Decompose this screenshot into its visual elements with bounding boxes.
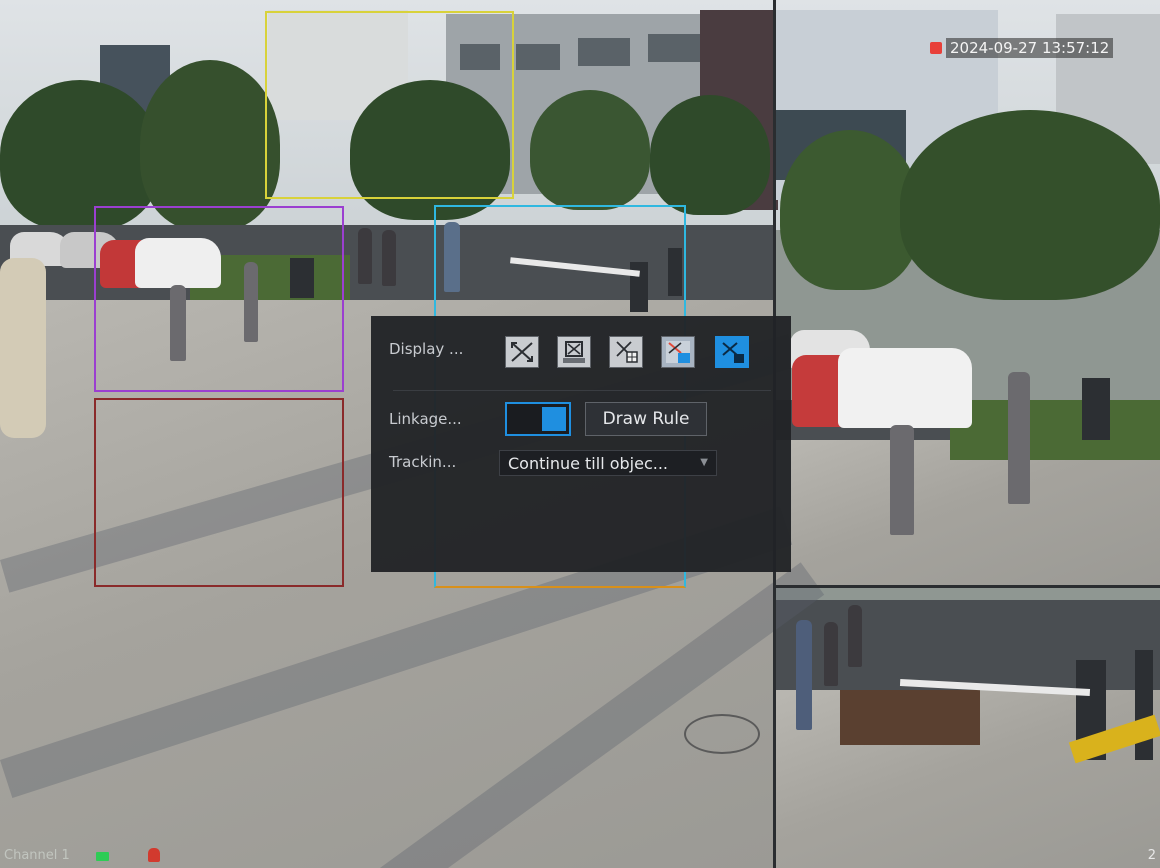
channel-divider (773, 585, 1160, 588)
toggle-knob (542, 407, 566, 431)
display-mode-5-icon (720, 341, 744, 363)
pedestrian (1008, 372, 1030, 504)
pedestrian (890, 425, 914, 535)
display-mode-3-button[interactable] (609, 336, 643, 368)
bus (0, 258, 46, 438)
tracking-mode-value: Continue till objec... (508, 453, 669, 473)
manhole-cover (684, 714, 760, 754)
display-mode-4-button[interactable] (661, 336, 695, 368)
pedestrian (358, 228, 372, 284)
rule-box-red[interactable] (94, 398, 344, 587)
camera-name: Channel 1 (4, 848, 70, 863)
timestamp-overlay: 2024-09-27 13:57:12 (930, 36, 1114, 60)
panel-divider (393, 390, 771, 391)
linkage-toggle[interactable] (505, 402, 571, 436)
display-label: Display ... (389, 340, 464, 358)
channel-number: 2 (1147, 848, 1156, 863)
tracking-label: Trackin... (389, 453, 457, 471)
pedestrian (848, 605, 862, 667)
display-mode-1-button[interactable] (505, 336, 539, 368)
display-mode-3-icon (616, 341, 638, 363)
linkage-label: Linkage... (389, 410, 462, 428)
record-indicator-icon (930, 42, 942, 54)
display-mode-2-button[interactable] (557, 336, 591, 368)
parked-car (838, 348, 972, 428)
alarm-icon (148, 848, 160, 862)
pedestrian (382, 230, 396, 286)
display-mode-2-icon (563, 341, 585, 363)
channel-status-bar: Channel 1 2 (0, 846, 1160, 868)
timestamp-text: 2024-09-27 13:57:12 (946, 38, 1114, 58)
display-mode-5-button[interactable] (715, 336, 749, 368)
display-mode-1-icon (511, 342, 533, 362)
pedestrian (824, 622, 838, 686)
draw-rule-button[interactable]: Draw Rule (585, 402, 707, 436)
rule-box-purple[interactable] (94, 206, 344, 392)
tracking-mode-select[interactable]: Continue till objec... ▼ (499, 450, 717, 476)
chevron-down-icon: ▼ (700, 457, 708, 468)
pavement (776, 440, 1160, 585)
recording-icon (96, 852, 109, 861)
rule-box-yellow[interactable] (265, 11, 514, 199)
pedestrian (796, 620, 812, 730)
display-mode-4-icon (666, 341, 690, 363)
tracking-settings-panel: Display ... Linkage... Draw Rule Trackin… (371, 316, 791, 572)
